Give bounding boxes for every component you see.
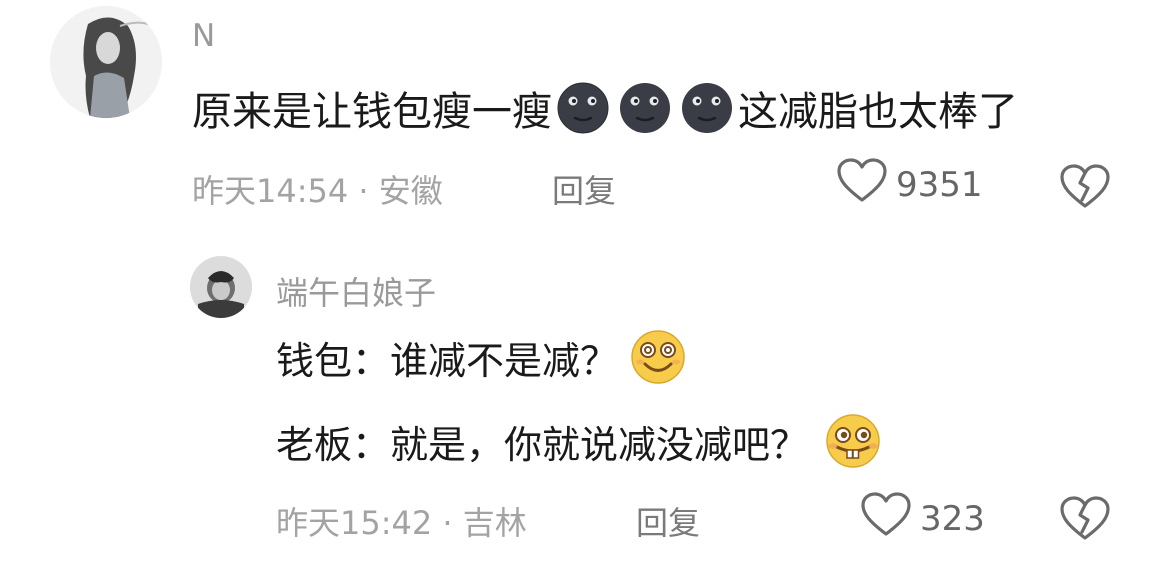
- reply-text: 老板：就是，你就说减没减吧？: [276, 422, 809, 467]
- grin-squint-icon: [628, 329, 688, 385]
- comment-item: N 原来是让钱包瘦一瘦 这减脂也太棒了 昨天14:54 · 安徽 回复 9351: [0, 0, 1172, 240]
- comment-text-part: 原来是让钱包瘦一瘦: [192, 89, 552, 135]
- reply-button[interactable]: 回复: [636, 498, 700, 544]
- like-count: 323: [920, 499, 985, 539]
- like-count: 9351: [896, 165, 983, 205]
- reply-button[interactable]: 回复: [552, 166, 616, 212]
- like-button[interactable]: 323: [860, 491, 985, 542]
- broken-heart-icon[interactable]: [1058, 164, 1112, 214]
- heart-icon: [836, 157, 888, 213]
- heart-icon: [860, 491, 912, 547]
- new-moon-face-icon: [554, 82, 612, 134]
- broken-heart-icon[interactable]: [1058, 496, 1112, 546]
- username[interactable]: N: [192, 18, 215, 54]
- reply-item: 端午白娘子 钱包：谁减不是减？ 老板：就是，你就说减没减吧？ 昨天15:42 ·…: [0, 240, 1172, 579]
- comment-text: 原来是让钱包瘦一瘦 这减脂也太棒了: [192, 80, 1018, 136]
- like-button[interactable]: 9351: [836, 157, 983, 208]
- comment-meta: 昨天14:54 · 安徽: [192, 172, 443, 210]
- new-moon-face-icon: [616, 82, 674, 134]
- avatar[interactable]: [50, 6, 162, 118]
- buck-tooth-smile-icon: [822, 413, 884, 469]
- comment-text-part: 这减脂也太棒了: [738, 89, 1018, 135]
- avatar[interactable]: [190, 256, 252, 318]
- reply-text: 钱包：谁减不是减？: [276, 338, 619, 383]
- new-moon-face-icon: [678, 82, 736, 134]
- reply-text-line: 钱包：谁减不是减？: [276, 328, 688, 386]
- reply-meta: 昨天15:42 · 吉林: [276, 504, 527, 542]
- reply-text-line: 老板：就是，你就说减没减吧？: [276, 412, 884, 470]
- username[interactable]: 端午白娘子: [276, 268, 436, 314]
